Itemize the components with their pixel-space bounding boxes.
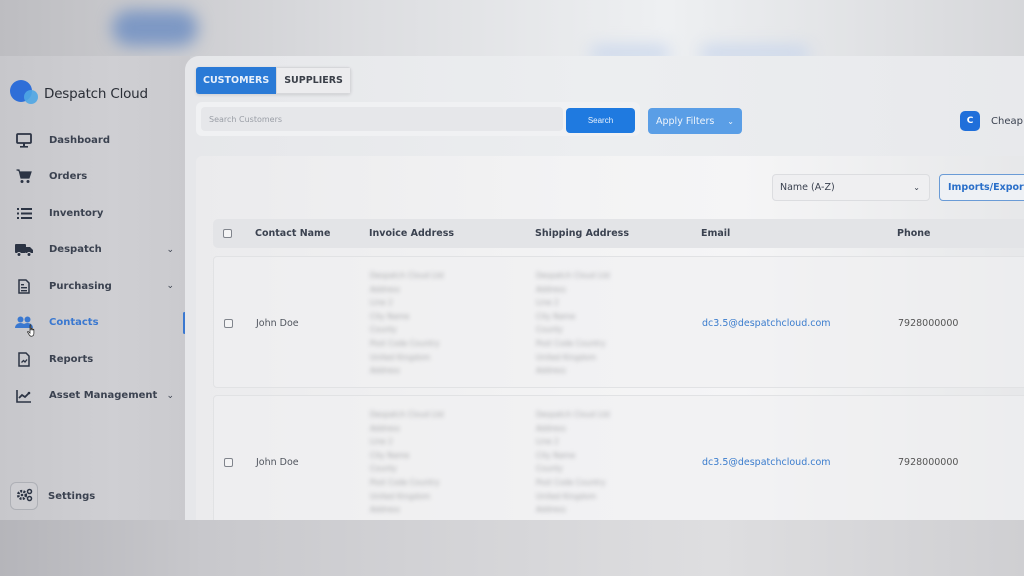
brand-name: Despatch Cloud — [44, 86, 148, 102]
sidebar: Despatch Cloud Dashboard Orders Inventor… — [0, 56, 190, 520]
contact-type-tabs: CUSTOMERS SUPPLIERS — [196, 67, 351, 94]
list-icon — [14, 203, 34, 223]
settings-label: Settings — [48, 490, 96, 502]
shipping-address: Despatch Cloud Ltd Address Line 2 City Name… — [536, 271, 610, 376]
sidebar-item-dashboard[interactable]: Dashboard — [0, 122, 190, 159]
chevron-down-icon[interactable]: ⌄ — [166, 391, 174, 401]
sort-select[interactable]: Name (A-Z) ⌄ — [772, 174, 930, 201]
top-bar-blurred — [0, 0, 1024, 60]
sidebar-item-label: Reports — [49, 353, 94, 365]
sidebar-item-label: Inventory — [49, 207, 104, 219]
shipping-address: Despatch Cloud Ltd Address Line 2 City Name… — [536, 410, 610, 515]
select-all-checkbox[interactable] — [223, 229, 232, 238]
column-header-shipping-address: Shipping Address — [535, 228, 629, 239]
sort-selected-value: Name (A-Z) — [780, 182, 835, 193]
sidebar-item-label: Contacts — [49, 317, 99, 329]
email-link[interactable]: dc3.5@despatchcloud.com — [702, 257, 831, 389]
sidebar-item-reports[interactable]: Reports — [0, 341, 190, 378]
sidebar-item-label: Purchasing — [49, 280, 112, 292]
invoice-address: Despatch Cloud Ltd Address Line 2 City Name… — [370, 410, 444, 515]
account-name: Cheap — [991, 115, 1023, 127]
sidebar-item-orders[interactable]: Orders — [0, 159, 190, 196]
phone-number: 7928000000 — [898, 317, 959, 329]
main-content: CUSTOMERS SUPPLIERS Search Apply Filters… — [185, 56, 1024, 527]
sidebar-item-despatch[interactable]: Despatch ⌄ — [0, 232, 190, 269]
report-file-icon — [14, 349, 34, 369]
chevron-down-icon[interactable]: ⌄ — [166, 245, 174, 255]
search-input[interactable] — [201, 107, 563, 131]
settings-button[interactable] — [10, 482, 38, 510]
contact-name[interactable]: John Doe — [256, 396, 299, 528]
imports-exports-button[interactable]: Imports/Exports — [939, 174, 1024, 201]
chevron-down-icon[interactable]: ⌄ — [166, 281, 174, 291]
column-header-email: Email — [701, 228, 731, 239]
invoice-address: Despatch Cloud Ltd Address Line 2 City Name… — [370, 271, 444, 376]
sidebar-item-purchasing[interactable]: Purchasing ⌄ — [0, 268, 190, 305]
sidebar-item-label: Despatch — [49, 244, 102, 256]
contacts-card: Name (A-Z) ⌄ Imports/Exports Contact Nam… — [196, 156, 1024, 527]
blurred-element — [112, 10, 198, 46]
table-row[interactable]: John Doe Despatch Cloud Ltd Address Line 2… — [213, 256, 1024, 388]
sidebar-item-asset-management[interactable]: Asset Management ⌄ — [0, 378, 190, 415]
sidebar-item-label: Dashboard — [49, 134, 110, 146]
email-link[interactable]: dc3.5@despatchcloud.com — [702, 396, 831, 528]
gears-icon — [16, 487, 33, 506]
column-header-contact-name[interactable]: Contact Name — [255, 219, 330, 248]
logo[interactable]: Despatch Cloud — [10, 80, 148, 108]
tab-customers[interactable]: CUSTOMERS — [196, 67, 277, 94]
row-checkbox[interactable] — [224, 318, 233, 328]
settings-item[interactable]: Settings — [10, 482, 95, 510]
column-header-invoice-address: Invoice Address — [369, 228, 455, 239]
chevron-down-icon: ⌄ — [913, 183, 920, 192]
column-header-phone: Phone — [897, 228, 931, 239]
sidebar-nav: Dashboard Orders Inventory Despatch ⌄ Pu… — [0, 122, 190, 414]
monitor-icon — [14, 130, 34, 150]
document-icon — [14, 276, 34, 296]
contact-name[interactable]: John Doe — [256, 257, 299, 389]
chart-line-icon — [14, 386, 34, 406]
apply-filters-button[interactable]: Apply Filters ⌄ — [648, 108, 742, 134]
row-checkbox[interactable] — [224, 457, 233, 467]
sidebar-item-contacts[interactable]: Contacts — [0, 305, 190, 342]
hand-cursor-icon — [27, 323, 37, 341]
sidebar-item-label: Orders — [49, 171, 88, 183]
truck-icon — [14, 240, 34, 260]
phone-number: 7928000000 — [898, 456, 959, 468]
table-header: Contact Name Invoice Address Shipping Ad… — [213, 219, 1024, 248]
sidebar-item-label: Asset Management — [49, 390, 158, 402]
search-button[interactable]: Search — [566, 108, 635, 133]
bottom-blurred-area — [0, 520, 1024, 576]
chevron-down-icon: ⌄ — [727, 116, 734, 126]
table-row[interactable]: John Doe Despatch Cloud Ltd Address Line 2… — [213, 395, 1024, 527]
logo-icon — [10, 80, 40, 108]
account-avatar: C — [960, 111, 980, 131]
tab-suppliers[interactable]: SUPPLIERS — [276, 67, 351, 94]
cart-icon — [14, 167, 34, 187]
account-switcher[interactable]: C Cheap — [960, 111, 1023, 131]
sidebar-item-inventory[interactable]: Inventory — [0, 195, 190, 232]
search-bar: Search — [196, 102, 640, 136]
apply-filters-label: Apply Filters — [656, 115, 715, 127]
